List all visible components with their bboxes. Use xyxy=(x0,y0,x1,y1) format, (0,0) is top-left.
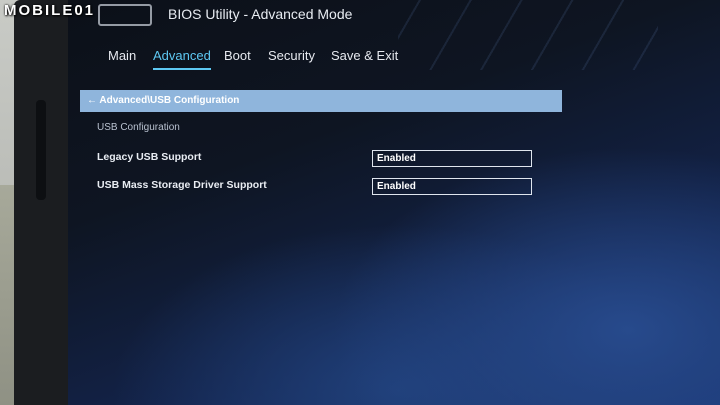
tab-security[interactable]: Security xyxy=(268,48,315,63)
setting-label-legacy-usb: Legacy USB Support xyxy=(97,151,202,163)
breadcrumb[interactable]: ← Advanced\USB Configuration xyxy=(80,90,562,112)
tab-boot[interactable]: Boot xyxy=(224,48,251,63)
brand-logo-icon xyxy=(98,4,152,26)
setting-value-legacy-usb[interactable]: Enabled xyxy=(372,150,532,167)
screen-reflection xyxy=(398,0,658,70)
watermark: MOBILE01 xyxy=(4,2,96,19)
tab-save-exit[interactable]: Save & Exit xyxy=(331,48,398,63)
window-title: BIOS Utility - Advanced Mode xyxy=(168,6,353,22)
bezel-detail xyxy=(36,100,46,200)
tab-main[interactable]: Main xyxy=(108,48,136,63)
section-title: USB Configuration xyxy=(97,122,180,133)
setting-label-mass-storage: USB Mass Storage Driver Support xyxy=(97,179,267,191)
tab-advanced[interactable]: Advanced xyxy=(153,48,211,70)
setting-value-mass-storage[interactable]: Enabled xyxy=(372,178,532,195)
